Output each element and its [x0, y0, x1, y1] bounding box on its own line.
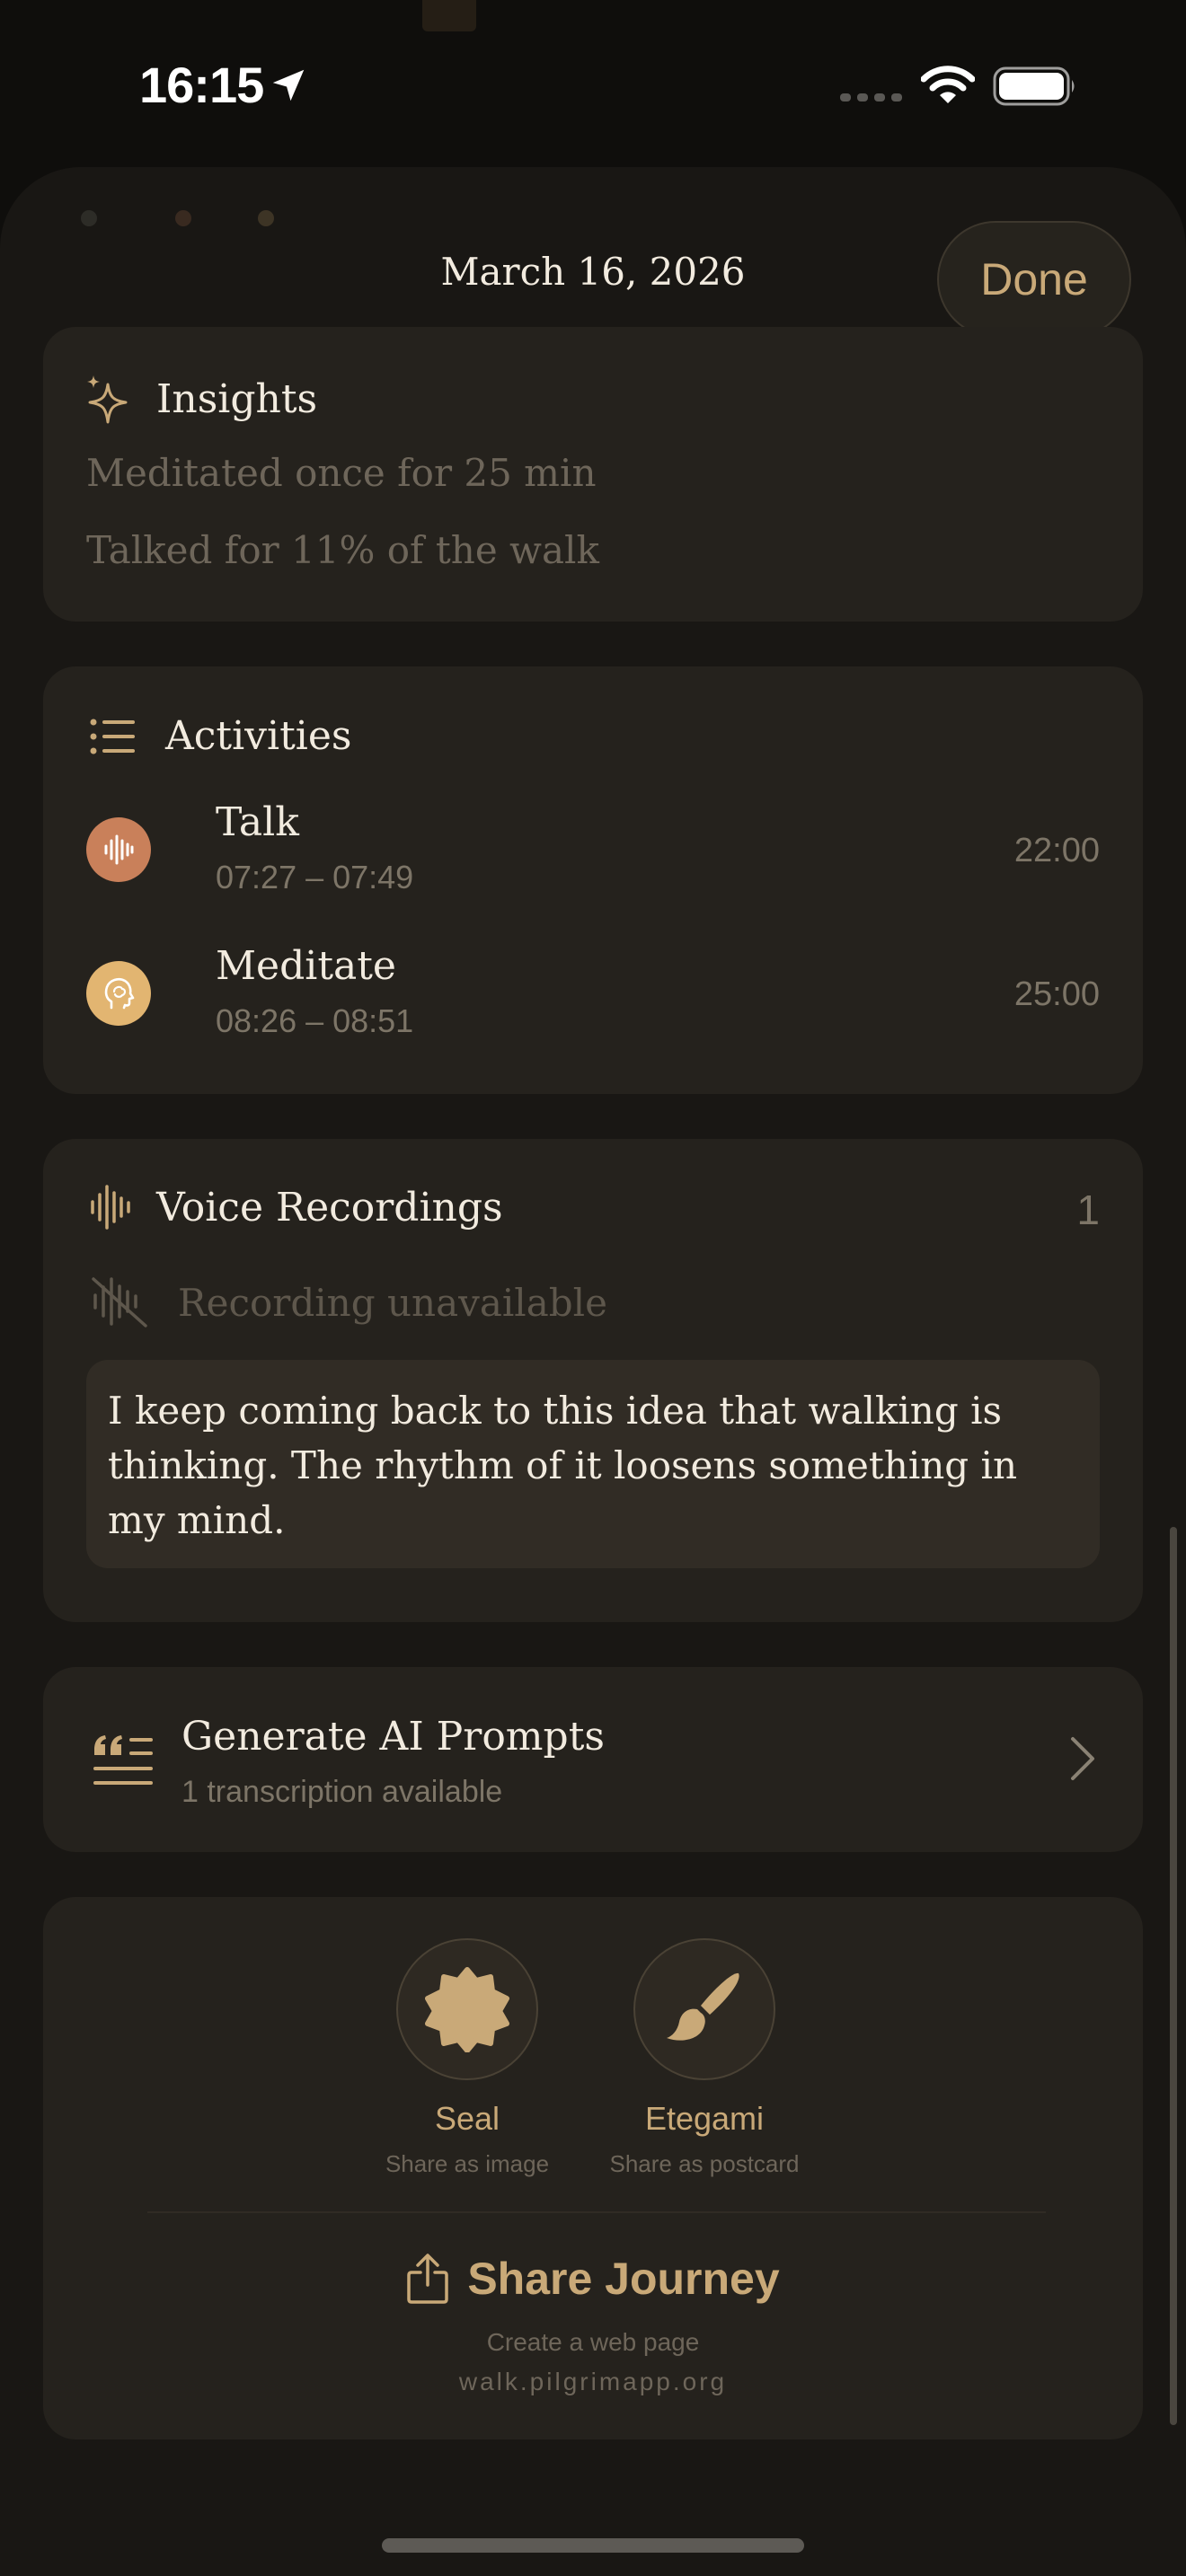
- chevron-right-icon: [1071, 1737, 1094, 1780]
- activity-name: Meditate: [216, 943, 396, 989]
- share-url[interactable]: walk.pilgrimapp.org: [43, 2368, 1143, 2396]
- activity-row-talk[interactable]: Talk 07:27 – 07:49 22:00: [86, 799, 1100, 916]
- scrollbar[interactable]: [1170, 1527, 1177, 2425]
- insight-line: Meditated once for 25 min: [86, 451, 597, 495]
- etegami-label: Etegami: [644, 2100, 765, 2137]
- talk-waveform-icon: [86, 817, 151, 882]
- share-etegami-option[interactable]: Etegami Share as postcard: [597, 1938, 812, 2178]
- seal-subtitle: Share as image: [385, 2150, 550, 2177]
- activities-title: Activities: [165, 713, 352, 759]
- share-description: Create a web page: [486, 2328, 700, 2356]
- activity-time-range: 08:26 – 08:51: [216, 1002, 414, 1039]
- status-time: 16:15: [139, 57, 264, 113]
- etegami-subtitle: Share as postcard: [609, 2150, 800, 2177]
- insight-line: Talked for 11% of the walk: [86, 528, 599, 572]
- voice-recordings-title: Voice Recordings: [156, 1184, 503, 1231]
- share-icon: [407, 2254, 449, 2304]
- seal-button[interactable]: [396, 1938, 538, 2080]
- background-legend-ghost: [81, 205, 327, 232]
- share-card: Seal Share as image Etegami Share as pos…: [43, 1897, 1143, 2439]
- activities-header: Activities: [90, 713, 351, 759]
- status-bar: 16:15: [0, 0, 1186, 171]
- location-arrow-icon: [272, 69, 305, 101]
- insights-title: Insights: [156, 375, 318, 422]
- generate-ai-prompts-button[interactable]: Generate AI Prompts 1 transcription avai…: [43, 1667, 1143, 1852]
- transcript-text: I keep coming back to this idea that wal…: [86, 1360, 1100, 1568]
- waveform-icon: [91, 1185, 130, 1230]
- waveform-slash-icon: [92, 1277, 147, 1328]
- activity-duration: 22:00: [1013, 832, 1100, 869]
- activity-time-range: 07:27 – 07:49: [216, 859, 414, 895]
- ai-prompts-subtitle: 1 transcription available: [181, 1775, 503, 1809]
- screen: 16:15 March 16, 2026 Done Insights Medit…: [0, 0, 1186, 2576]
- ai-prompts-title: Generate AI Prompts: [181, 1714, 605, 1760]
- seal-icon: [425, 1967, 509, 2052]
- battery-icon: [993, 66, 1075, 106]
- share-journey-label: Share Journey: [467, 2254, 780, 2304]
- wifi-icon: [921, 66, 975, 103]
- insights-header: Insights: [86, 372, 317, 426]
- quote-lines-icon: [93, 1735, 153, 1785]
- recordings-count: 1: [1076, 1187, 1100, 1233]
- activities-card: Activities Talk 07:27 – 07:49 22:00 Medi…: [43, 666, 1143, 1094]
- activity-row-meditate[interactable]: Meditate 08:26 – 08:51 25:00: [86, 943, 1100, 1060]
- etegami-button[interactable]: [633, 1938, 775, 2080]
- cellular-signal-icon: [840, 93, 902, 101]
- seal-label: Seal: [434, 2100, 500, 2137]
- sparkles-icon: [87, 375, 128, 424]
- recording-unavailable-text: Recording unavailable: [178, 1281, 607, 1325]
- done-button[interactable]: Done: [937, 221, 1131, 338]
- home-indicator[interactable]: [382, 2538, 804, 2553]
- list-icon: [90, 719, 135, 754]
- voice-recordings-card: Voice Recordings 1 Recording unavailable…: [43, 1139, 1143, 1622]
- share-journey-button[interactable]: Share Journey: [43, 2253, 1143, 2305]
- divider: [147, 2211, 1046, 2213]
- meditate-head-icon: [86, 961, 151, 1026]
- voice-recordings-header: Voice Recordings: [90, 1184, 503, 1231]
- insights-card: Insights Meditated once for 25 min Talke…: [43, 327, 1143, 622]
- share-seal-option[interactable]: Seal Share as image: [359, 1938, 575, 2178]
- activity-duration: 25:00: [1013, 975, 1100, 1013]
- paintbrush-icon: [667, 1972, 739, 2041]
- activity-name: Talk: [216, 799, 299, 845]
